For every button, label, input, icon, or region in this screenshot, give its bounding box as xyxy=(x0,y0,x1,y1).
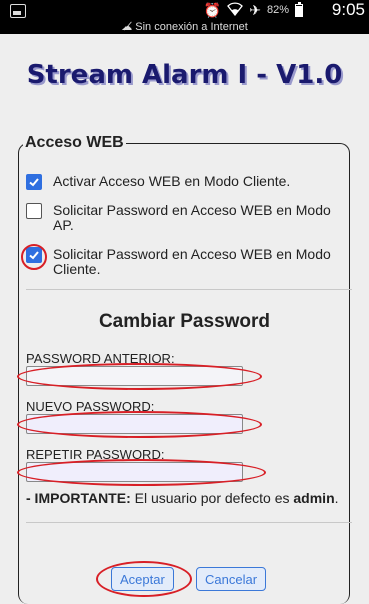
note-user: admin xyxy=(293,490,335,506)
option-client-mode-label: Activar Acceso WEB en Modo Cliente. xyxy=(53,173,291,189)
status-bar: ⏰ ✈ 82% 9:05 ☁̸ Sin conexión a Internet xyxy=(0,0,369,34)
checkbox-client-mode[interactable] xyxy=(26,174,42,190)
option-password-client[interactable]: Solicitar Password en Acceso WEB en Modo… xyxy=(26,247,343,277)
new-password-label: NUEVO PASSWORD: xyxy=(26,399,155,414)
repeat-password-label: REPETIR PASSWORD: xyxy=(26,447,165,462)
cancel-button[interactable]: Cancelar xyxy=(196,567,267,591)
web-access-legend: Acceso WEB xyxy=(25,134,124,151)
option-client-mode[interactable]: Activar Acceso WEB en Modo Cliente. xyxy=(26,174,353,190)
connection-status: ☁̸ Sin conexión a Internet xyxy=(0,20,369,33)
option-password-ap[interactable]: Solicitar Password en Acceso WEB en Modo… xyxy=(26,203,343,233)
old-password-input[interactable] xyxy=(26,366,243,386)
accept-button[interactable]: Aceptar xyxy=(111,567,174,591)
wifi-icon xyxy=(227,1,244,19)
check-icon xyxy=(29,178,39,187)
checkbox-password-client[interactable] xyxy=(26,247,42,263)
change-password-title: Cambiar Password xyxy=(98,311,271,332)
option-password-ap-label: Solicitar Password en Acceso WEB en Modo… xyxy=(53,202,331,233)
battery-icon xyxy=(295,1,303,17)
repeat-password-input[interactable] xyxy=(26,462,243,482)
status-icons: ⏰ ✈ 82% xyxy=(204,0,303,20)
no-cloud-icon: ☁̸ xyxy=(121,21,133,33)
clock: 9:05 xyxy=(331,0,365,19)
default-user-note: - IMPORTANTE: El usuario por defecto es … xyxy=(26,490,339,506)
image-icon xyxy=(10,4,26,18)
battery-percent: 82% xyxy=(266,4,289,16)
note-suffix: . xyxy=(334,490,339,506)
connection-status-text: Sin conexión a Internet xyxy=(135,21,248,33)
alarm-icon: ⏰ xyxy=(203,1,222,18)
page-title: Stream Alarm I - V1.0 xyxy=(26,60,343,90)
old-password-label: PASSWORD ANTERIOR: xyxy=(26,351,175,366)
note-prefix: - IMPORTANTE: xyxy=(26,490,131,506)
note-text: El usuario por defecto es xyxy=(130,490,294,506)
divider xyxy=(26,289,352,290)
check-icon xyxy=(29,251,39,260)
divider xyxy=(26,522,352,523)
checkbox-password-ap[interactable] xyxy=(26,203,42,219)
option-password-client-label: Solicitar Password en Acceso WEB en Modo… xyxy=(53,246,331,277)
airplane-icon: ✈ xyxy=(249,1,261,18)
new-password-input[interactable] xyxy=(26,414,243,434)
